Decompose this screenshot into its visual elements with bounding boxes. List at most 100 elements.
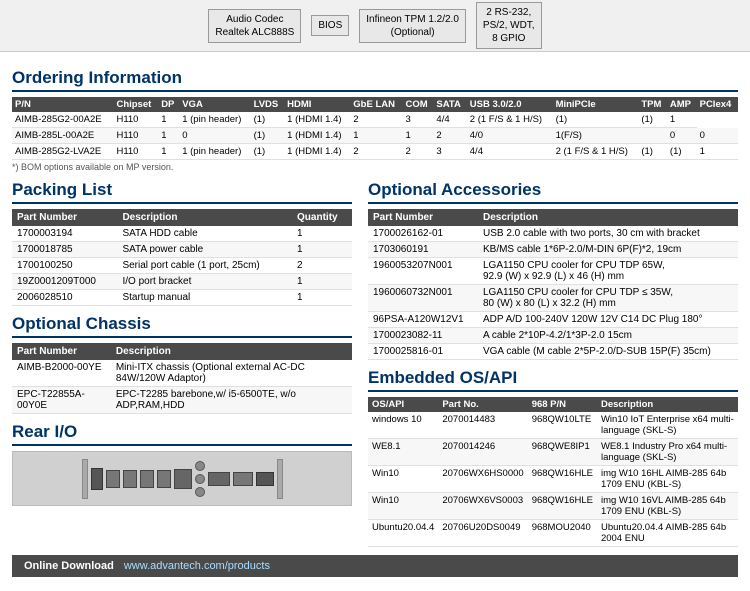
table-header: MiniPCIe xyxy=(553,97,639,112)
table-row: AIMB-285G2-LVA2EH11011 (pin header)(1)1 … xyxy=(12,144,738,160)
table-header: HDMI xyxy=(284,97,350,112)
table-header: SATA xyxy=(433,97,466,112)
table-header: COM xyxy=(403,97,434,112)
table-cell: Win10 xyxy=(368,466,438,493)
table-cell: H110 xyxy=(113,128,158,144)
table-header: Chipset xyxy=(113,97,158,112)
table-cell: VGA cable (M cable 2*5P-2.0/D-SUB 15P(F)… xyxy=(478,344,738,360)
rear-io-ports xyxy=(74,455,291,503)
table-cell: Win10 xyxy=(368,493,438,520)
table-cell: (1) xyxy=(251,112,285,128)
accessories-section: Optional Accessories Part NumberDescript… xyxy=(368,180,738,360)
table-header: Description xyxy=(117,209,292,226)
table-cell: (1) xyxy=(251,144,285,160)
table-cell: 1 xyxy=(292,226,352,242)
table-header: Description xyxy=(111,343,352,360)
table-cell: 96PSA-A120W12V1 xyxy=(368,312,478,328)
table-cell: 1703060191 xyxy=(368,242,478,258)
table-row: 1700003194SATA HDD cable1 xyxy=(12,226,352,242)
table-cell: (1) xyxy=(638,144,667,160)
table-cell: 1 (HDMI 1.4) xyxy=(284,112,350,128)
table-cell: 1 xyxy=(158,128,179,144)
table-cell: KB/MS cable 1*6P-2.0/M-DIN 6P(F)*2, 19cm xyxy=(478,242,738,258)
port-usb-2 xyxy=(123,470,137,488)
table-cell: LGA1150 CPU cooler for CPU TDP 65W, 92.9… xyxy=(478,258,738,285)
port-dp xyxy=(256,472,274,486)
table-cell: img W10 16HL AIMB-285 64b 1709 ENU (KBL-… xyxy=(597,466,738,493)
port-usb-1 xyxy=(106,470,120,488)
table-header: 968 P/N xyxy=(528,397,597,412)
port-usb-3 xyxy=(140,470,154,488)
table-header: Description xyxy=(597,397,738,412)
chassis-title: Optional Chassis xyxy=(12,314,352,338)
port-rj45 xyxy=(174,469,192,489)
table-row: windows 102070014483968QW10LTEWin10 IoT … xyxy=(368,412,738,439)
table-cell: 2070014483 xyxy=(438,412,527,439)
table-cell: 968QW16HLE xyxy=(528,466,597,493)
block-tpm: Infineon TPM 1.2/2.0(Optional) xyxy=(359,9,466,43)
port-usb-4 xyxy=(157,470,171,488)
table-cell: Ubuntu20.04.4 xyxy=(368,520,438,547)
table-cell: 4/4 xyxy=(433,112,466,128)
table-cell: 20706U20DS0049 xyxy=(438,520,527,547)
packing-title: Packing List xyxy=(12,180,352,204)
table-cell: WE8.1 Industry Pro x64 multi-language (S… xyxy=(597,439,738,466)
table-row: 1703060191KB/MS cable 1*6P-2.0/M-DIN 6P(… xyxy=(368,242,738,258)
table-row: WE8.12070014246968QWE8IP1WE8.1 Industry … xyxy=(368,439,738,466)
table-cell: 1 xyxy=(158,112,179,128)
table-header: OS/API xyxy=(368,397,438,412)
table-cell: (1) xyxy=(553,112,639,128)
table-cell: EPC-T2285 barebone,w/ i5-6500TE, w/o ADP… xyxy=(111,387,352,414)
table-row: 2006028510Startup manual1 xyxy=(12,290,352,306)
port-serial xyxy=(208,472,230,486)
table-cell: 2 xyxy=(350,144,402,160)
port-bracket-right xyxy=(277,459,283,499)
table-header: Part Number xyxy=(368,209,478,226)
table-cell: 19Z0001209T000 xyxy=(12,274,117,290)
table-cell: 3 xyxy=(403,112,434,128)
table-cell: 2 xyxy=(403,144,434,160)
table-cell: 968QW10LTE xyxy=(528,412,597,439)
table-cell: 0 xyxy=(179,128,250,144)
table-cell: AIMB-285G2-00A2E xyxy=(12,112,113,128)
accessories-table: Part NumberDescription 1700026162-01USB … xyxy=(368,209,738,360)
table-row: AIMB-B2000-00YEMini-ITX chassis (Optiona… xyxy=(12,360,352,387)
block-bios: BIOS xyxy=(311,15,349,36)
table-cell: 1 xyxy=(158,144,179,160)
table-cell: 0 xyxy=(667,128,697,144)
rear-io-image xyxy=(12,451,352,506)
table-cell: Startup manual xyxy=(117,290,292,306)
table-cell: 2070014246 xyxy=(438,439,527,466)
port-power xyxy=(91,468,103,490)
table-cell: 2 (1 F/S & 1 H/S) xyxy=(553,144,639,160)
table-header: LVDS xyxy=(251,97,285,112)
ordering-footnote: *) BOM options available on MP version. xyxy=(12,162,738,172)
table-row: 1700023082-11A cable 2*10P-4.2/1*3P-2.0 … xyxy=(368,328,738,344)
table-cell: 1 (pin header) xyxy=(179,144,250,160)
block-diagram: Audio CodecRealtek ALC888S BIOS Infineon… xyxy=(0,0,750,52)
table-cell: 968MOU2040 xyxy=(528,520,597,547)
table-cell: 4/4 xyxy=(467,144,553,160)
table-header: Description xyxy=(478,209,738,226)
table-row: 1960053207N001LGA1150 CPU cooler for CPU… xyxy=(368,258,738,285)
block-audio-codec: Audio CodecRealtek ALC888S xyxy=(208,9,301,43)
table-row: 96PSA-A120W12V1ADP A/D 100-240V 120W 12V… xyxy=(368,312,738,328)
table-cell: 968QW16HLE xyxy=(528,493,597,520)
table-cell: 20706WX6VS0003 xyxy=(438,493,527,520)
table-cell: 1700026162-01 xyxy=(368,226,478,242)
table-row: 1700025816-01VGA cable (M cable 2*5P-2.0… xyxy=(368,344,738,360)
table-cell: (1) xyxy=(638,112,667,128)
table-cell: Serial port cable (1 port, 25cm) xyxy=(117,258,292,274)
table-cell: USB 2.0 cable with two ports, 30 cm with… xyxy=(478,226,738,242)
packing-table: Part NumberDescriptionQuantity 170000319… xyxy=(12,209,352,306)
table-header: VGA xyxy=(179,97,250,112)
table-header: USB 3.0/2.0 xyxy=(467,97,553,112)
table-cell: 2 xyxy=(292,258,352,274)
packing-section: Packing List Part NumberDescriptionQuant… xyxy=(12,180,352,306)
bottom-bar-url[interactable]: www.advantech.com/products xyxy=(124,560,270,572)
table-cell: 1700025816-01 xyxy=(368,344,478,360)
table-cell: 1 xyxy=(350,128,402,144)
table-row: 1700100250Serial port cable (1 port, 25c… xyxy=(12,258,352,274)
block-io: 2 RS-232,PS/2, WDT,8 GPIO xyxy=(476,2,542,49)
table-cell: 1(F/S) xyxy=(553,128,639,144)
